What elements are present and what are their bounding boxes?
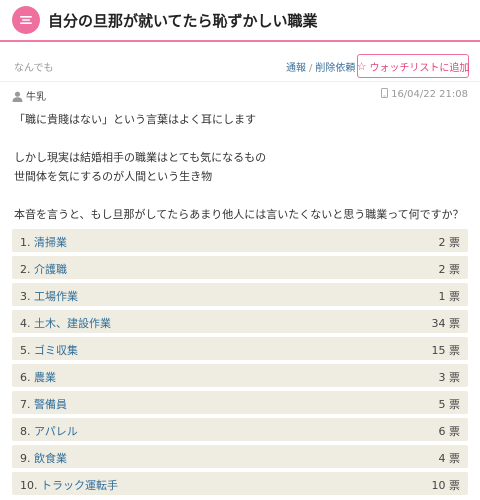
poll-option-votes: 15 票	[432, 342, 461, 358]
poll-option-text: 清掃業	[34, 236, 67, 249]
poll-option[interactable]: 7. 警備員 5 票	[12, 391, 468, 414]
page-header: 自分の旦那が就いてたら恥ずかしい職業	[0, 0, 480, 42]
vote-count: 10	[431, 479, 446, 492]
poll-option-label: 5. ゴミ収集	[20, 342, 78, 358]
poll-option-text: トラック運転手	[41, 479, 118, 492]
topic-meta-bar: なんでも 通報 / 削除依頼 ☆ ウォッチリストに追加	[0, 42, 480, 82]
post-author-row: 牛乳 16/04/22 21:08	[0, 82, 480, 106]
speech-bubble-icon	[12, 6, 40, 34]
poll-option-label: 9. 飲食業	[20, 450, 67, 466]
poll-list: 1. 清掃業 2 票 2. 介護職 2 票 3. 工場作業 1 票 4. 土木、…	[12, 229, 468, 499]
poll-option-label: 1. 清掃業	[20, 234, 67, 250]
poll-option-votes: 6 票	[439, 423, 461, 439]
vote-count: 6	[438, 425, 446, 438]
poll-option-text: 飲食業	[34, 452, 67, 465]
mobile-icon	[381, 88, 389, 101]
post-line: しかし現実は結婚相手の職業はとても気になるもの	[14, 151, 267, 164]
poll-option-votes: 5 票	[439, 396, 461, 412]
poll-option-rank: 2.	[20, 263, 31, 276]
vote-unit: 票	[449, 263, 460, 276]
poll-option-label: 2. 介護職	[20, 261, 67, 277]
poll-option-text: 警備員	[34, 398, 67, 411]
poll-option-rank: 4.	[20, 317, 31, 330]
vote-count: 1	[438, 290, 446, 303]
vote-count: 2	[438, 236, 446, 249]
poll-option-label: 6. 農業	[20, 369, 56, 385]
poll-option-votes: 2 票	[439, 261, 461, 277]
vote-unit: 票	[449, 398, 460, 411]
post-line: 世間体を気にするのが人間という生き物	[14, 170, 213, 183]
poll-option-rank: 1.	[20, 236, 31, 249]
poll-option[interactable]: 8. アパレル 6 票	[12, 418, 468, 441]
category-link[interactable]: なんでも	[14, 59, 54, 74]
poll-option[interactable]: 4. 土木、建設作業 34 票	[12, 310, 468, 333]
star-icon: ☆	[356, 59, 367, 73]
vote-unit: 票	[449, 344, 460, 357]
vote-count: 2	[438, 263, 446, 276]
poll-option[interactable]: 9. 飲食業 4 票	[12, 445, 468, 468]
vote-unit: 票	[449, 236, 460, 249]
action-separator: /	[309, 63, 313, 74]
post-timestamp: 16/04/22 21:08	[391, 89, 468, 100]
topic-actions: 通報 / 削除依頼	[286, 59, 355, 74]
vote-count: 5	[438, 398, 446, 411]
poll-option-votes: 10 票	[432, 477, 461, 493]
poll-option-text: 土木、建設作業	[34, 317, 111, 330]
vote-count: 15	[431, 344, 446, 357]
poll-option-label: 8. アパレル	[20, 423, 78, 439]
vote-count: 4	[438, 452, 446, 465]
user-icon	[12, 87, 23, 106]
poll-option-rank: 9.	[20, 452, 31, 465]
poll-option[interactable]: 5. ゴミ収集 15 票	[12, 337, 468, 360]
poll-option-rank: 6.	[20, 371, 31, 384]
poll-option-rank: 8.	[20, 425, 31, 438]
post-time: 16/04/22 21:08	[381, 88, 468, 101]
vote-count: 3	[438, 371, 446, 384]
vote-unit: 票	[449, 425, 460, 438]
poll-option-text: ゴミ収集	[34, 344, 78, 357]
author-name: 牛乳	[26, 92, 46, 103]
poll-option-label: 3. 工場作業	[20, 288, 78, 304]
poll-option-rank: 10.	[20, 479, 38, 492]
poll-option-votes: 1 票	[439, 288, 461, 304]
poll-option-votes: 3 票	[439, 369, 461, 385]
poll-option-text: 介護職	[34, 263, 67, 276]
poll-option-label: 4. 土木、建設作業	[20, 315, 111, 331]
vote-unit: 票	[449, 479, 460, 492]
poll-option[interactable]: 3. 工場作業 1 票	[12, 283, 468, 306]
delete-request-link[interactable]: 削除依頼	[315, 63, 355, 74]
poll-option-text: 農業	[34, 371, 56, 384]
poll-option-votes: 4 票	[439, 450, 461, 466]
post-body: 「職に貴賤はない」という言葉はよく耳にします しかし現実は結婚相手の職業はとても…	[0, 106, 480, 224]
watchlist-label: ウォッチリストに追加	[369, 62, 470, 74]
vote-count: 34	[431, 317, 446, 330]
poll-option-text: 工場作業	[34, 290, 78, 303]
poll-option-label: 10. トラック運転手	[20, 477, 118, 493]
poll-option-votes: 2 票	[439, 234, 461, 250]
poll-option[interactable]: 1. 清掃業 2 票	[12, 229, 468, 252]
poll-option-votes: 34 票	[432, 315, 461, 331]
poll-option-rank: 7.	[20, 398, 31, 411]
poll-option-text: アパレル	[34, 425, 78, 438]
poll-option[interactable]: 6. 農業 3 票	[12, 364, 468, 387]
poll-option[interactable]: 2. 介護職 2 票	[12, 256, 468, 279]
vote-unit: 票	[449, 452, 460, 465]
post-line: 本音を言うと、もし旦那がしてたらあまり他人には言いたくないと思う職業って何ですか…	[14, 208, 464, 221]
poll-option-rank: 3.	[20, 290, 31, 303]
vote-unit: 票	[449, 290, 460, 303]
poll-option-rank: 5.	[20, 344, 31, 357]
poll-option[interactable]: 10. トラック運転手 10 票	[12, 472, 468, 495]
poll-option-label: 7. 警備員	[20, 396, 67, 412]
add-to-watchlist-button[interactable]: ☆ ウォッチリストに追加	[357, 54, 469, 78]
report-link[interactable]: 通報	[286, 63, 306, 74]
page-title: 自分の旦那が就いてたら恥ずかしい職業	[48, 12, 318, 30]
post-line: 「職に貴賤はない」という言葉はよく耳にします	[14, 113, 256, 126]
vote-unit: 票	[449, 371, 460, 384]
vote-unit: 票	[449, 317, 460, 330]
